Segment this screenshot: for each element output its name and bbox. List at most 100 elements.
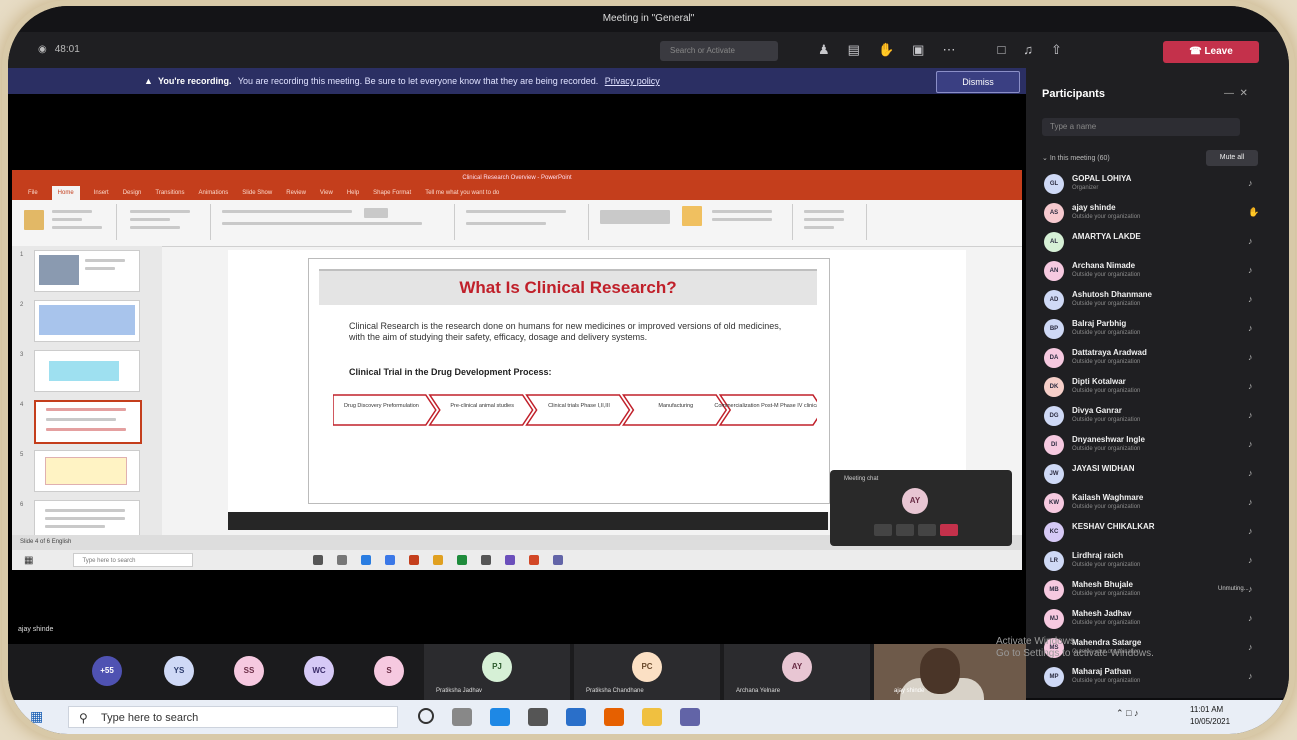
participant-row[interactable]: LR Lirdhraj raich Outside your organizatio… xyxy=(1038,547,1278,576)
mail-icon[interactable] xyxy=(566,708,586,726)
leave-button[interactable]: ☎ Leave xyxy=(1163,41,1259,63)
mic-off-icon[interactable]: ♪ xyxy=(1248,439,1253,449)
mic-icon[interactable]: ♫ xyxy=(1023,42,1033,62)
mic-off-icon[interactable]: ♪ xyxy=(1248,265,1253,275)
mic-off-icon[interactable]: ♪ xyxy=(1248,323,1253,333)
mic-off-icon[interactable]: ♪ xyxy=(1248,642,1253,652)
cortana-icon[interactable] xyxy=(418,708,434,724)
raise-hand-icon[interactable]: ✋ xyxy=(1248,207,1259,218)
participant-row[interactable]: JW JAYASI WIDHAN ♪ xyxy=(1038,460,1278,489)
participant-row[interactable]: MP Maharaj Pathan Outside your organizatio… xyxy=(1038,663,1278,692)
close-icon[interactable]: — ✕ xyxy=(1224,88,1248,99)
firefox-icon[interactable] xyxy=(604,708,624,726)
ppt-menu-item[interactable]: Tell me what you want to do xyxy=(425,186,499,200)
participant-row[interactable]: DG Divya Ganrar Outside your organization ♪ xyxy=(1038,402,1278,431)
mic-off-icon[interactable]: ♪ xyxy=(1248,613,1253,623)
ppt-menu-item[interactable]: File xyxy=(28,186,38,200)
mic-icon[interactable] xyxy=(896,524,914,536)
ppt-menu-item[interactable]: Transitions xyxy=(155,186,184,200)
participant-row[interactable]: DI Dnyaneshwar Ingle Outside your organiza… xyxy=(1038,431,1278,460)
current-slide[interactable]: What Is Clinical Research? Clinical Rese… xyxy=(308,258,830,504)
chat-icon[interactable]: ▤ xyxy=(848,42,860,62)
slide-thumb[interactable] xyxy=(34,350,140,392)
mic-off-icon[interactable]: ♪ xyxy=(1248,671,1253,681)
ppt-menu-item[interactable]: Home xyxy=(51,186,80,200)
task-view-icon[interactable] xyxy=(452,708,472,726)
avatar-bubble[interactable]: S xyxy=(374,656,404,686)
mic-off-icon[interactable]: ♪ xyxy=(1248,410,1253,420)
dismiss-button[interactable]: Dismiss xyxy=(936,71,1020,93)
hangup-icon[interactable] xyxy=(940,524,958,536)
mic-off-icon[interactable]: ♪ xyxy=(1248,555,1253,565)
participant-tile[interactable]: PJ Pratiksha Jadhav xyxy=(424,644,570,700)
ppt-menu-item[interactable]: Shape Format xyxy=(373,186,411,200)
slide-thumb[interactable] xyxy=(34,250,140,292)
taskbar-search[interactable]: ⚲ Type here to search xyxy=(68,706,398,728)
mic-off-icon[interactable]: ♪ xyxy=(1248,468,1253,478)
share-icon[interactable] xyxy=(918,524,936,536)
participant-row[interactable]: AS ajay shinde Outside your organization ✋ xyxy=(1038,199,1278,228)
participant-tile[interactable]: AY Archana Yelnare xyxy=(724,644,870,700)
raise-hand-icon[interactable]: ✋ xyxy=(878,42,894,62)
mic-off-icon[interactable]: ♪ xyxy=(1248,294,1253,304)
store-icon[interactable] xyxy=(528,708,548,726)
mic-off-icon[interactable]: ♪ xyxy=(1248,352,1253,362)
participant-row[interactable]: AN Archana Nimade Outside your organizatio… xyxy=(1038,257,1278,286)
participant-row[interactable]: KC KESHAV CHIKALKAR ♪ xyxy=(1038,518,1278,547)
shield-icon: ◉ xyxy=(38,44,47,55)
participant-row[interactable]: MJ Mahesh Jadhav Outside your organization… xyxy=(1038,605,1278,634)
participant-row[interactable]: AD Ashutosh Dhanmane Outside your organiza… xyxy=(1038,286,1278,315)
avatar: KC xyxy=(1044,522,1064,542)
participant-row[interactable]: DA Dattatraya Aradwad Outside your organiz… xyxy=(1038,344,1278,373)
slide-thumb[interactable] xyxy=(34,300,140,342)
participant-row[interactable]: AL AMARTYA LAKDE ♪ xyxy=(1038,228,1278,257)
slide-thumb-selected[interactable] xyxy=(34,400,142,444)
camera-icon[interactable]: □ xyxy=(997,42,1005,62)
process-step-shape xyxy=(333,394,437,426)
mic-off-icon[interactable]: ♪ xyxy=(1248,178,1253,188)
mic-off-icon[interactable]: ♪ xyxy=(1248,497,1253,507)
ppt-menu-item[interactable]: Insert xyxy=(94,186,109,200)
ppt-menu-item[interactable]: Help xyxy=(347,186,359,200)
invite-input[interactable]: Type a name xyxy=(1042,118,1240,136)
participant-name: Ashutosh Dhanmane xyxy=(1072,290,1153,299)
participant-row[interactable]: GL GOPAL LOHIYA Organizer ♪ xyxy=(1038,170,1278,199)
camera-icon[interactable] xyxy=(874,524,892,536)
ppt-menu-item[interactable]: Design xyxy=(123,186,142,200)
mic-off-icon[interactable]: ♪ xyxy=(1248,526,1253,536)
ppt-menu-item[interactable]: Animations xyxy=(199,186,229,200)
mute-all-button[interactable]: Mute all xyxy=(1206,150,1258,166)
files-icon[interactable] xyxy=(642,708,662,726)
clipboard-group xyxy=(16,204,117,240)
rooms-icon[interactable]: ▣ xyxy=(912,42,924,62)
meeting-toolbar: ◉ 48:01 Search or Activate ♟ ▤ ✋ ▣ ⋯ □ ♫ … xyxy=(8,32,1289,72)
search-input[interactable]: Search or Activate xyxy=(660,41,778,61)
avatar-bubble[interactable]: SS xyxy=(234,656,264,686)
ppt-menu-item[interactable]: Slide Show xyxy=(242,186,272,200)
privacy-policy-link[interactable]: Privacy policy xyxy=(605,76,660,86)
share-icon[interactable]: ⇧ xyxy=(1051,42,1062,62)
participant-name: Mahesh Bhujale xyxy=(1072,580,1133,589)
participant-row[interactable]: KW Kailash Waghmare Outside your organizat… xyxy=(1038,489,1278,518)
avatar-bubble[interactable]: YS xyxy=(164,656,194,686)
shared-taskbar: ▦ Type here to search xyxy=(12,550,1022,570)
mic-off-icon[interactable]: ♪ xyxy=(1248,236,1253,246)
teams-icon[interactable] xyxy=(680,708,700,726)
ppt-menu-item[interactable]: Review xyxy=(286,186,306,200)
ppt-menu-item[interactable]: View xyxy=(320,186,333,200)
participant-row[interactable]: DK Dipti Kotalwar Outside your organizatio… xyxy=(1038,373,1278,402)
slide-thumb[interactable] xyxy=(34,450,140,492)
participant-row[interactable]: MB Mahesh Bhujale Outside your organizatio… xyxy=(1038,576,1278,605)
avatar-bubble[interactable]: WC xyxy=(304,656,334,686)
mic-off-icon[interactable]: ♪ xyxy=(1248,584,1253,594)
participant-role: Outside your organization xyxy=(1072,591,1141,597)
people-icon[interactable]: ♟ xyxy=(818,42,830,62)
slide-subheading: Clinical Trial in the Drug Development P… xyxy=(349,367,552,377)
avatar-bubble[interactable]: +55 xyxy=(92,656,122,686)
start-icon[interactable]: ▦ xyxy=(30,708,43,725)
more-icon[interactable]: ⋯ xyxy=(942,42,955,62)
participant-row[interactable]: BP Balraj Parbhig Outside your organizatio… xyxy=(1038,315,1278,344)
mic-off-icon[interactable]: ♪ xyxy=(1248,381,1253,391)
participant-tile[interactable]: PC Pratiksha Chandhane xyxy=(574,644,720,700)
edge-icon[interactable] xyxy=(490,708,510,726)
